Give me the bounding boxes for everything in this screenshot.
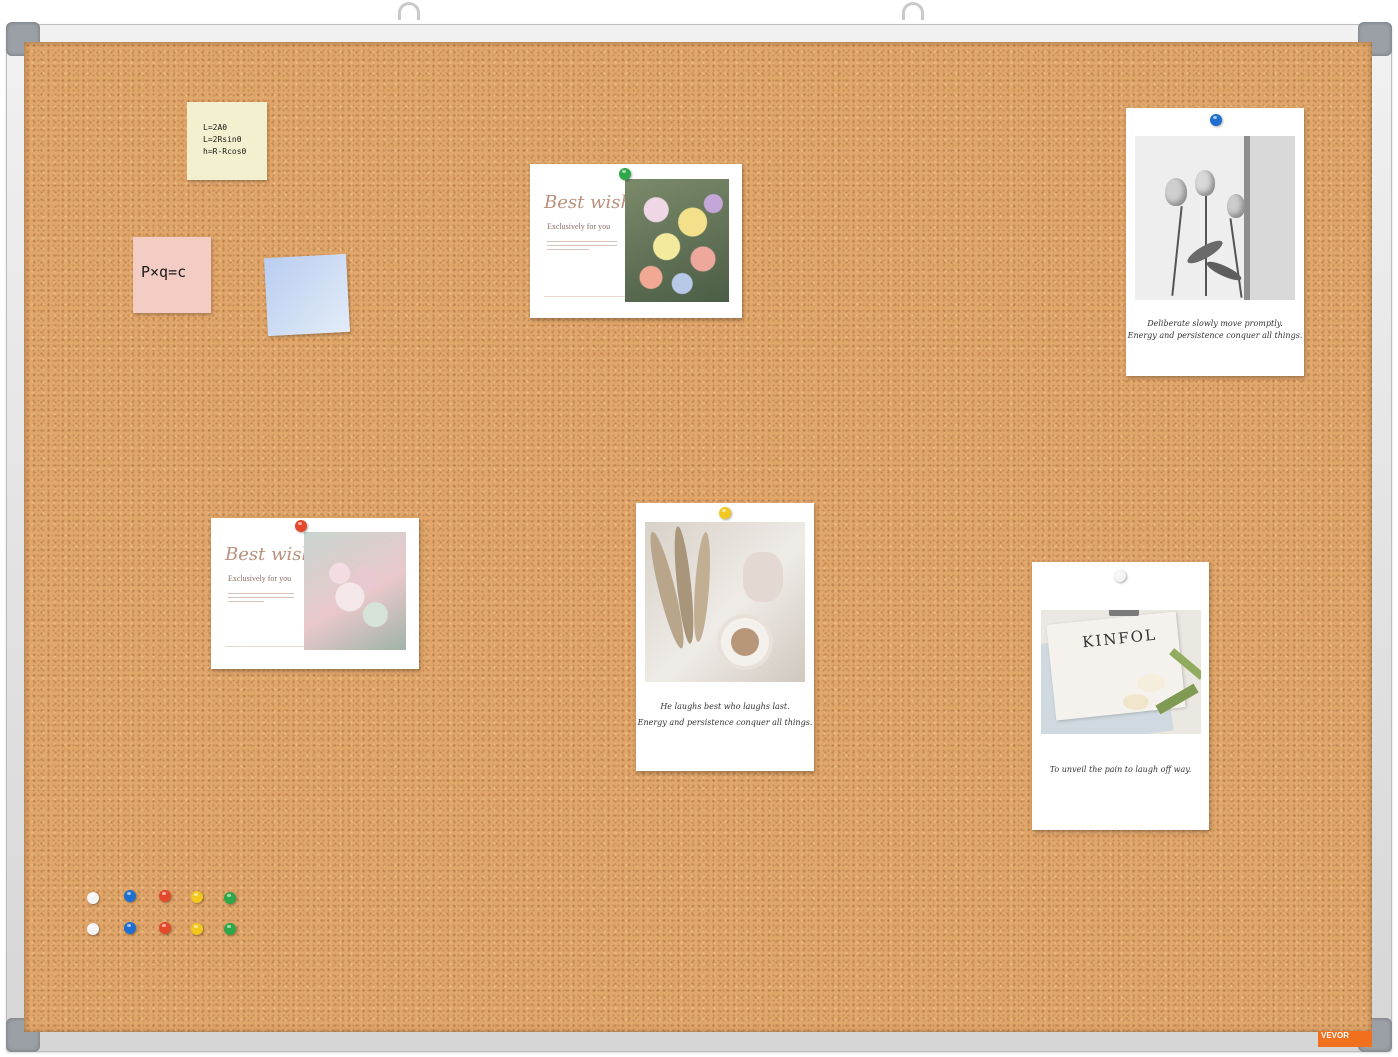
greeting-card-best-wishes[interactable]: Best wishe Exclusively for you [211,518,419,669]
magazine-title: KINFOL [1081,625,1158,652]
sticky-note-text: P×q=c [141,263,187,281]
card-title: Best wish [544,192,633,213]
card-body-lines [228,590,294,605]
greeting-card-best-wishes[interactable]: Best wish Exclusively for you [530,164,742,318]
push-pin-icon[interactable] [191,891,203,903]
sticky-note-text: L=2Aθ L=2Rsinθ h=R-Rcosθ [203,123,247,156]
push-pin-icon[interactable] [87,892,99,904]
sticky-note-equation[interactable]: P×q=c [133,237,211,313]
card-caption: He laughs best who laughs last. [660,702,790,711]
hanging-hook-icon [398,2,420,20]
push-pin-icon[interactable] [159,890,171,902]
push-pin-icon[interactable] [124,890,136,902]
push-pin-icon[interactable] [224,892,236,904]
sticky-note-formula[interactable]: L=2Aθ L=2Rsinθ h=R-Rcosθ [187,102,267,180]
push-pin-icon [619,168,631,180]
push-pin-icon [295,520,307,532]
photo-card-magazine[interactable]: KINFOL To unveil the pain to laugh off w… [1032,562,1209,830]
card-body-lines [547,238,617,253]
push-pin-icon[interactable] [124,922,136,934]
hanging-hook-icon [902,2,924,20]
card-subtitle: Exclusively for you [228,574,292,583]
photo-card-pampas[interactable]: He laughs best who laughs last. Energy a… [636,503,814,771]
flower-photo [625,179,729,302]
card-subtitle: Exclusively for you [547,222,611,231]
photo-card-tulips[interactable]: Deliberate slowly move promptly. Energy … [1126,108,1304,376]
push-pin-icon[interactable] [224,923,236,935]
card-caption: Deliberate slowly move promptly. [1147,319,1283,328]
magazine-photo: KINFOL [1041,610,1201,734]
pampas-coffee-photo [645,522,805,682]
card-caption: To unveil the pain to laugh off way. [1049,765,1192,774]
push-pin-icon [1114,570,1126,582]
tulip-photo [1135,136,1295,300]
sticky-note-blank[interactable] [264,253,350,337]
bouquet-photo [304,532,406,650]
push-pin-icon [719,507,731,519]
push-pin-icon[interactable] [159,922,171,934]
push-pin-icon [1210,114,1222,126]
card-caption: Energy and persistence conquer all thing… [637,718,813,727]
brand-label: VEVOR [1318,1031,1372,1047]
card-caption: Energy and persistence conquer all thing… [1127,331,1303,340]
push-pin-icon[interactable] [87,923,99,935]
push-pin-icon[interactable] [191,923,203,935]
